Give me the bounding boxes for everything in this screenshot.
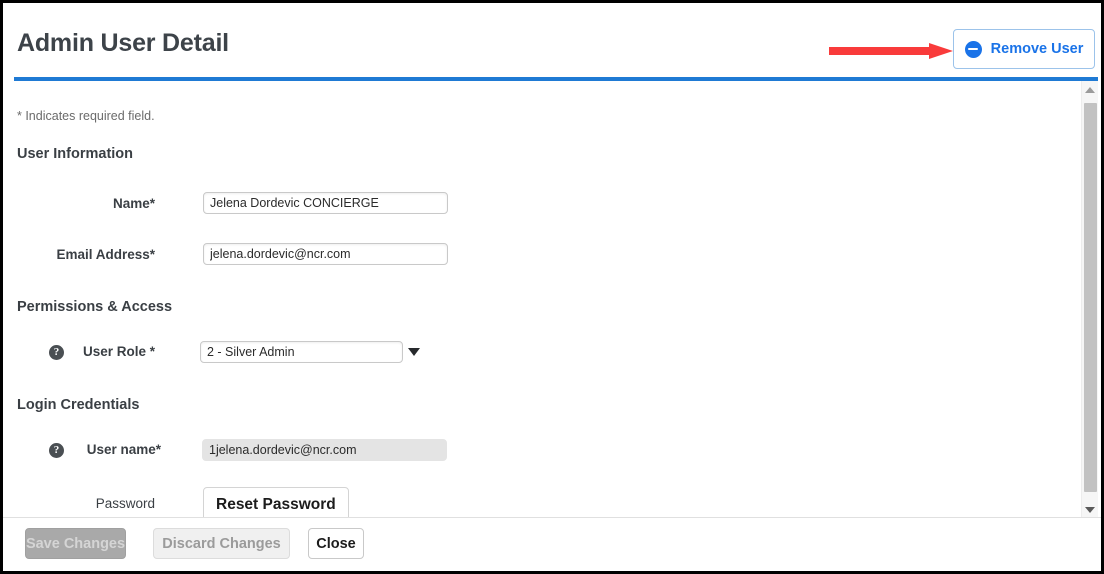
caret-down-icon: [1085, 506, 1095, 513]
scroll-up-button[interactable]: [1082, 81, 1098, 98]
vertical-scrollbar[interactable]: [1081, 81, 1098, 518]
chevron-down-icon[interactable]: [408, 348, 420, 356]
email-address-input[interactable]: [203, 243, 448, 265]
required-field-note: * Indicates required field.: [17, 109, 155, 123]
discard-changes-button[interactable]: Discard Changes: [153, 528, 290, 559]
minus-circle-icon: [964, 40, 982, 58]
red-arrow-annotation: [829, 43, 953, 59]
window-header: Admin User Detail Remove User: [3, 3, 1101, 81]
help-icon-user-role[interactable]: ?: [49, 345, 64, 360]
section-heading-user-information: User Information: [17, 146, 134, 162]
field-label-email-address: Email Address*: [56, 247, 155, 262]
caret-up-icon: [1085, 86, 1095, 93]
section-heading-login-credentials: Login Credentials: [17, 397, 140, 413]
user-role-select[interactable]: [200, 341, 403, 363]
field-label-user-name: User name*: [86, 442, 161, 457]
form-scroll-area[interactable]: * Indicates required field. User Informa…: [3, 81, 1101, 518]
field-label-password: Password: [95, 496, 155, 511]
name-input[interactable]: [203, 192, 448, 214]
window-footer: Save Changes Discard Changes Close: [3, 517, 1101, 571]
close-button[interactable]: Close: [308, 528, 364, 559]
reset-password-button[interactable]: Reset Password: [203, 487, 349, 518]
user-name-input: [202, 439, 447, 461]
field-label-name: Name*: [112, 196, 155, 211]
help-icon-user-name[interactable]: ?: [49, 443, 64, 458]
scrollbar-thumb[interactable]: [1084, 103, 1097, 492]
scroll-down-button[interactable]: [1082, 501, 1098, 518]
field-label-user-role: User Role *: [82, 344, 155, 359]
page-title: Admin User Detail: [17, 29, 229, 57]
section-heading-permissions-access: Permissions & Access: [17, 299, 173, 315]
remove-user-button[interactable]: Remove User: [953, 29, 1095, 69]
save-changes-button[interactable]: Save Changes: [25, 528, 126, 559]
remove-user-label: Remove User: [990, 41, 1084, 57]
admin-user-detail-window: Admin User Detail Remove User * Indicate…: [0, 0, 1104, 574]
